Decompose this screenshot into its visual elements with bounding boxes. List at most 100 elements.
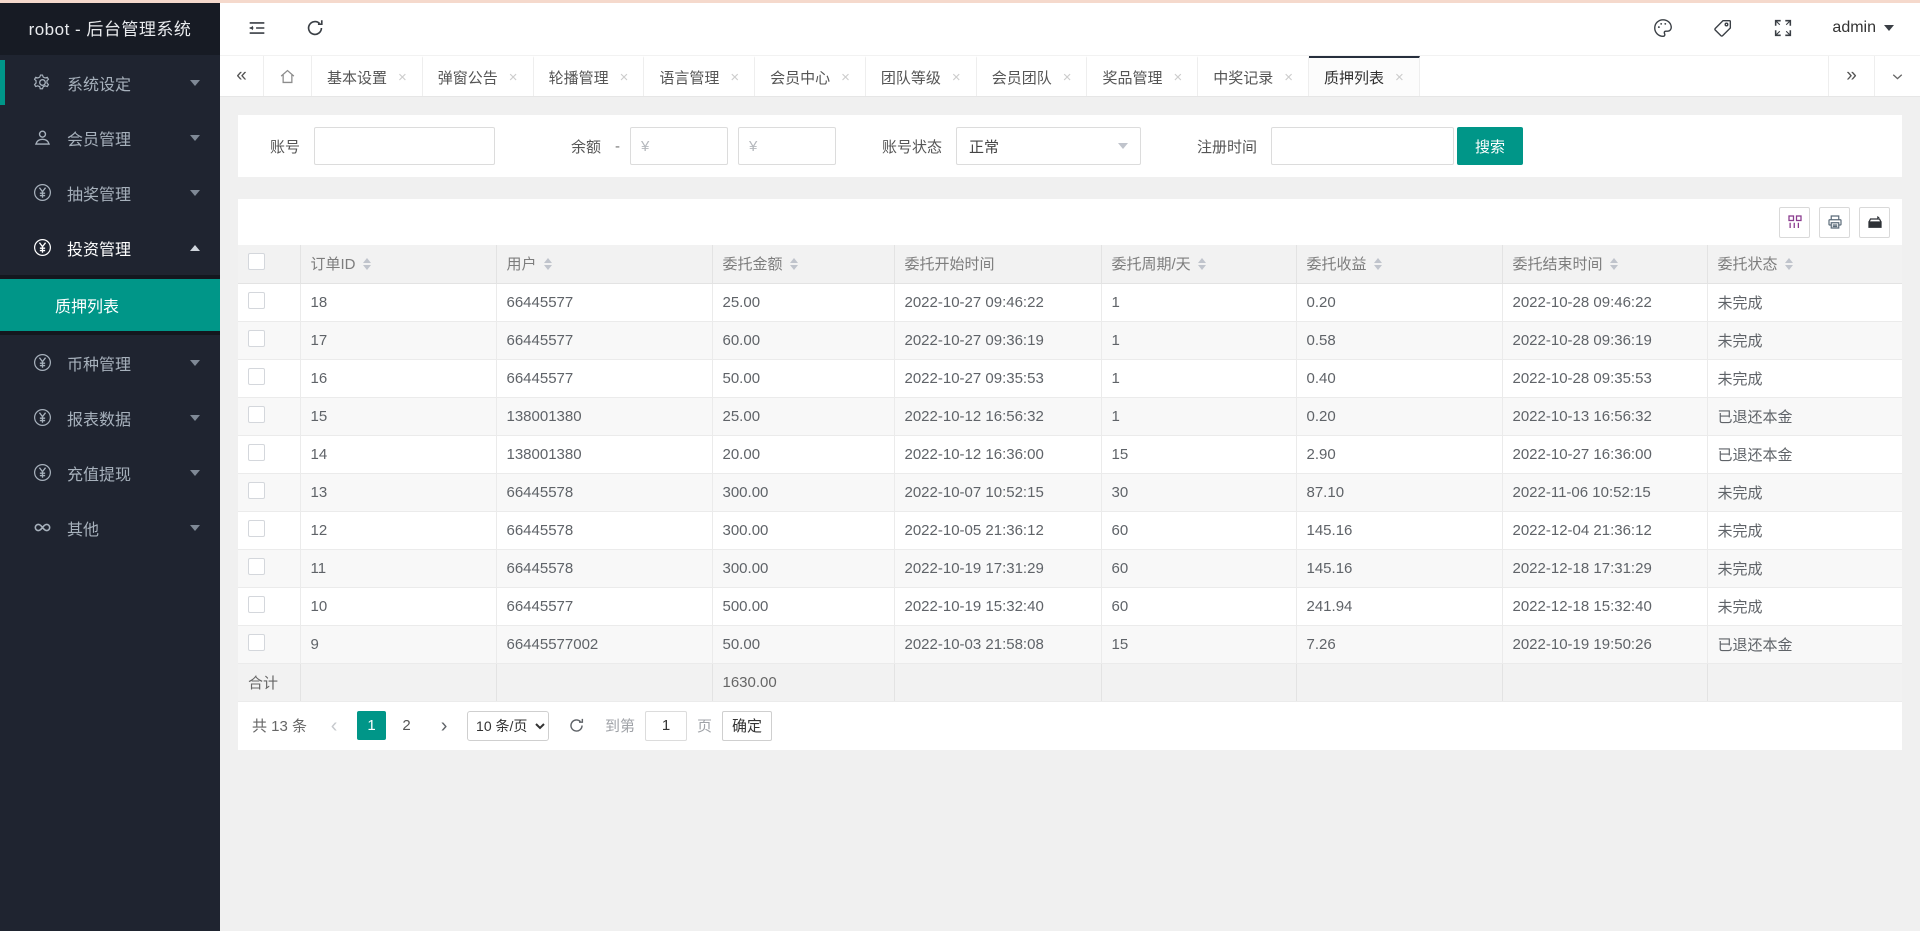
tab-会员团队[interactable]: 会员团队× [977,56,1088,96]
cell-委托状态: 未完成 [1707,321,1902,359]
theme-palette-icon[interactable] [1652,17,1674,39]
sort-icon[interactable] [1198,258,1206,270]
home-tab-icon[interactable] [264,56,312,96]
pagination-refresh-icon[interactable] [567,716,587,736]
sidebar-item-report[interactable]: 报表数据 [0,390,220,445]
tab-弹窗公告[interactable]: 弹窗公告× [423,56,534,96]
tab-close-icon[interactable]: × [1395,70,1404,85]
column-settings-button[interactable] [1779,207,1810,238]
row-checkbox[interactable] [248,596,265,613]
user-name: admin [1832,19,1876,37]
chevron-up-icon [190,245,200,251]
sidebar-item-invest[interactable]: 投资管理 [0,220,220,275]
table-row: 96644557700250.002022-10-03 21:58:08157.… [238,625,1902,663]
row-checkbox[interactable] [248,482,265,499]
page-size-select[interactable]: 10 条/页 [467,711,549,741]
cell-订单ID: 14 [300,435,496,473]
search-button[interactable]: 搜索 [1457,127,1523,165]
cell-委托开始时间: 2022-10-27 09:36:19 [894,321,1101,359]
tab-label: 质押列表 [1324,67,1384,88]
tab-质押列表[interactable]: 质押列表 × [1309,56,1420,96]
sidebar-item-member[interactable]: 会员管理 [0,110,220,165]
tab-close-icon[interactable]: × [398,70,407,85]
sidebar-item-currency[interactable]: 币种管理 [0,335,220,390]
select-all-checkbox[interactable] [248,253,265,270]
tab-中奖记录[interactable]: 中奖记录× [1198,56,1309,96]
row-select-cell [238,321,300,359]
tab-close-icon[interactable]: × [730,70,739,85]
prev-page-button[interactable]: ‹ [321,716,347,736]
user-menu[interactable]: admin [1832,19,1894,37]
column-header-订单ID[interactable]: 订单ID [300,245,496,283]
export-button[interactable] [1859,207,1890,238]
cell-委托开始时间: 2022-10-12 16:36:00 [894,435,1101,473]
column-header-委托结束时间[interactable]: 委托结束时间 [1502,245,1707,283]
next-page-button[interactable]: › [431,716,457,736]
sidebar-item-system[interactable]: 系统设定 [0,55,220,110]
balance-max-input[interactable] [738,127,836,165]
tab-close-icon[interactable]: × [841,70,850,85]
tab-close-icon[interactable]: × [620,70,629,85]
row-checkbox[interactable] [248,444,265,461]
tabs-scroll-left-button[interactable]: « [220,56,264,96]
print-button[interactable] [1819,207,1850,238]
page-buttons: 12 [357,711,421,740]
tab-轮播管理[interactable]: 轮播管理× [534,56,645,96]
tabs-scroll-right-button[interactable]: » [1828,56,1874,96]
column-header-用户[interactable]: 用户 [496,245,712,283]
goto-page-input[interactable] [645,711,687,741]
topbar: admin [220,0,1920,55]
yuan-icon [31,406,54,429]
row-checkbox[interactable] [248,558,265,575]
page-button-2[interactable]: 2 [392,711,421,740]
tab-团队等级[interactable]: 团队等级× [866,56,977,96]
sidebar-item-other[interactable]: 其他 [0,500,220,555]
sort-icon[interactable] [1374,258,1382,270]
account-input[interactable] [314,127,495,165]
column-header-委托状态[interactable]: 委托状态 [1707,245,1902,283]
row-checkbox[interactable] [248,368,265,385]
table-header-row: 订单ID用户委托金额委托开始时间委托周期/天委托收益委托结束时间委托状态 [238,245,1902,283]
tabs-menu-button[interactable] [1874,56,1920,96]
sort-icon[interactable] [1610,258,1618,270]
tab-基本设置[interactable]: 基本设置× [312,56,423,96]
tab-会员中心[interactable]: 会员中心× [755,56,866,96]
row-checkbox[interactable] [248,330,265,347]
tab-close-icon[interactable]: × [1284,70,1293,85]
collapse-menu-icon[interactable] [246,17,268,39]
fullscreen-icon[interactable] [1772,17,1794,39]
sort-icon[interactable] [363,258,371,270]
sort-icon[interactable] [790,258,798,270]
row-checkbox[interactable] [248,634,265,651]
cell-委托金额: 25.00 [712,397,894,435]
sidebar-item-lottery[interactable]: 抽奖管理 [0,165,220,220]
tag-icon[interactable] [1712,17,1734,39]
sidebar-subitem-pledge-list[interactable]: 质押列表 [0,279,220,331]
tab-close-icon[interactable]: × [509,70,518,85]
column-header-委托金额[interactable]: 委托金额 [712,245,894,283]
tab-奖品管理[interactable]: 奖品管理× [1087,56,1198,96]
row-select-cell [238,549,300,587]
row-checkbox[interactable] [248,292,265,309]
tab-close-icon[interactable]: × [1173,70,1182,85]
column-header-委托收益[interactable]: 委托收益 [1296,245,1502,283]
regtime-input[interactable] [1271,127,1454,165]
cell-委托金额: 25.00 [712,283,894,321]
status-select[interactable]: 正常 [956,127,1141,165]
sort-icon[interactable] [544,258,552,270]
goto-confirm-button[interactable]: 确定 [722,711,772,741]
column-header-委托周期/天[interactable]: 委托周期/天 [1101,245,1296,283]
tab-语言管理[interactable]: 语言管理× [644,56,755,96]
yuan-icon [31,236,54,259]
cell-用户: 66445578 [496,549,712,587]
cell-委托收益: 0.40 [1296,359,1502,397]
tab-close-icon[interactable]: × [1063,70,1072,85]
sort-icon[interactable] [1785,258,1793,270]
tab-close-icon[interactable]: × [952,70,961,85]
row-checkbox[interactable] [248,520,265,537]
balance-min-input[interactable] [630,127,728,165]
sidebar-item-recharge[interactable]: 充值提现 [0,445,220,500]
refresh-icon[interactable] [304,17,326,39]
page-button-1[interactable]: 1 [357,711,386,740]
row-checkbox[interactable] [248,406,265,423]
